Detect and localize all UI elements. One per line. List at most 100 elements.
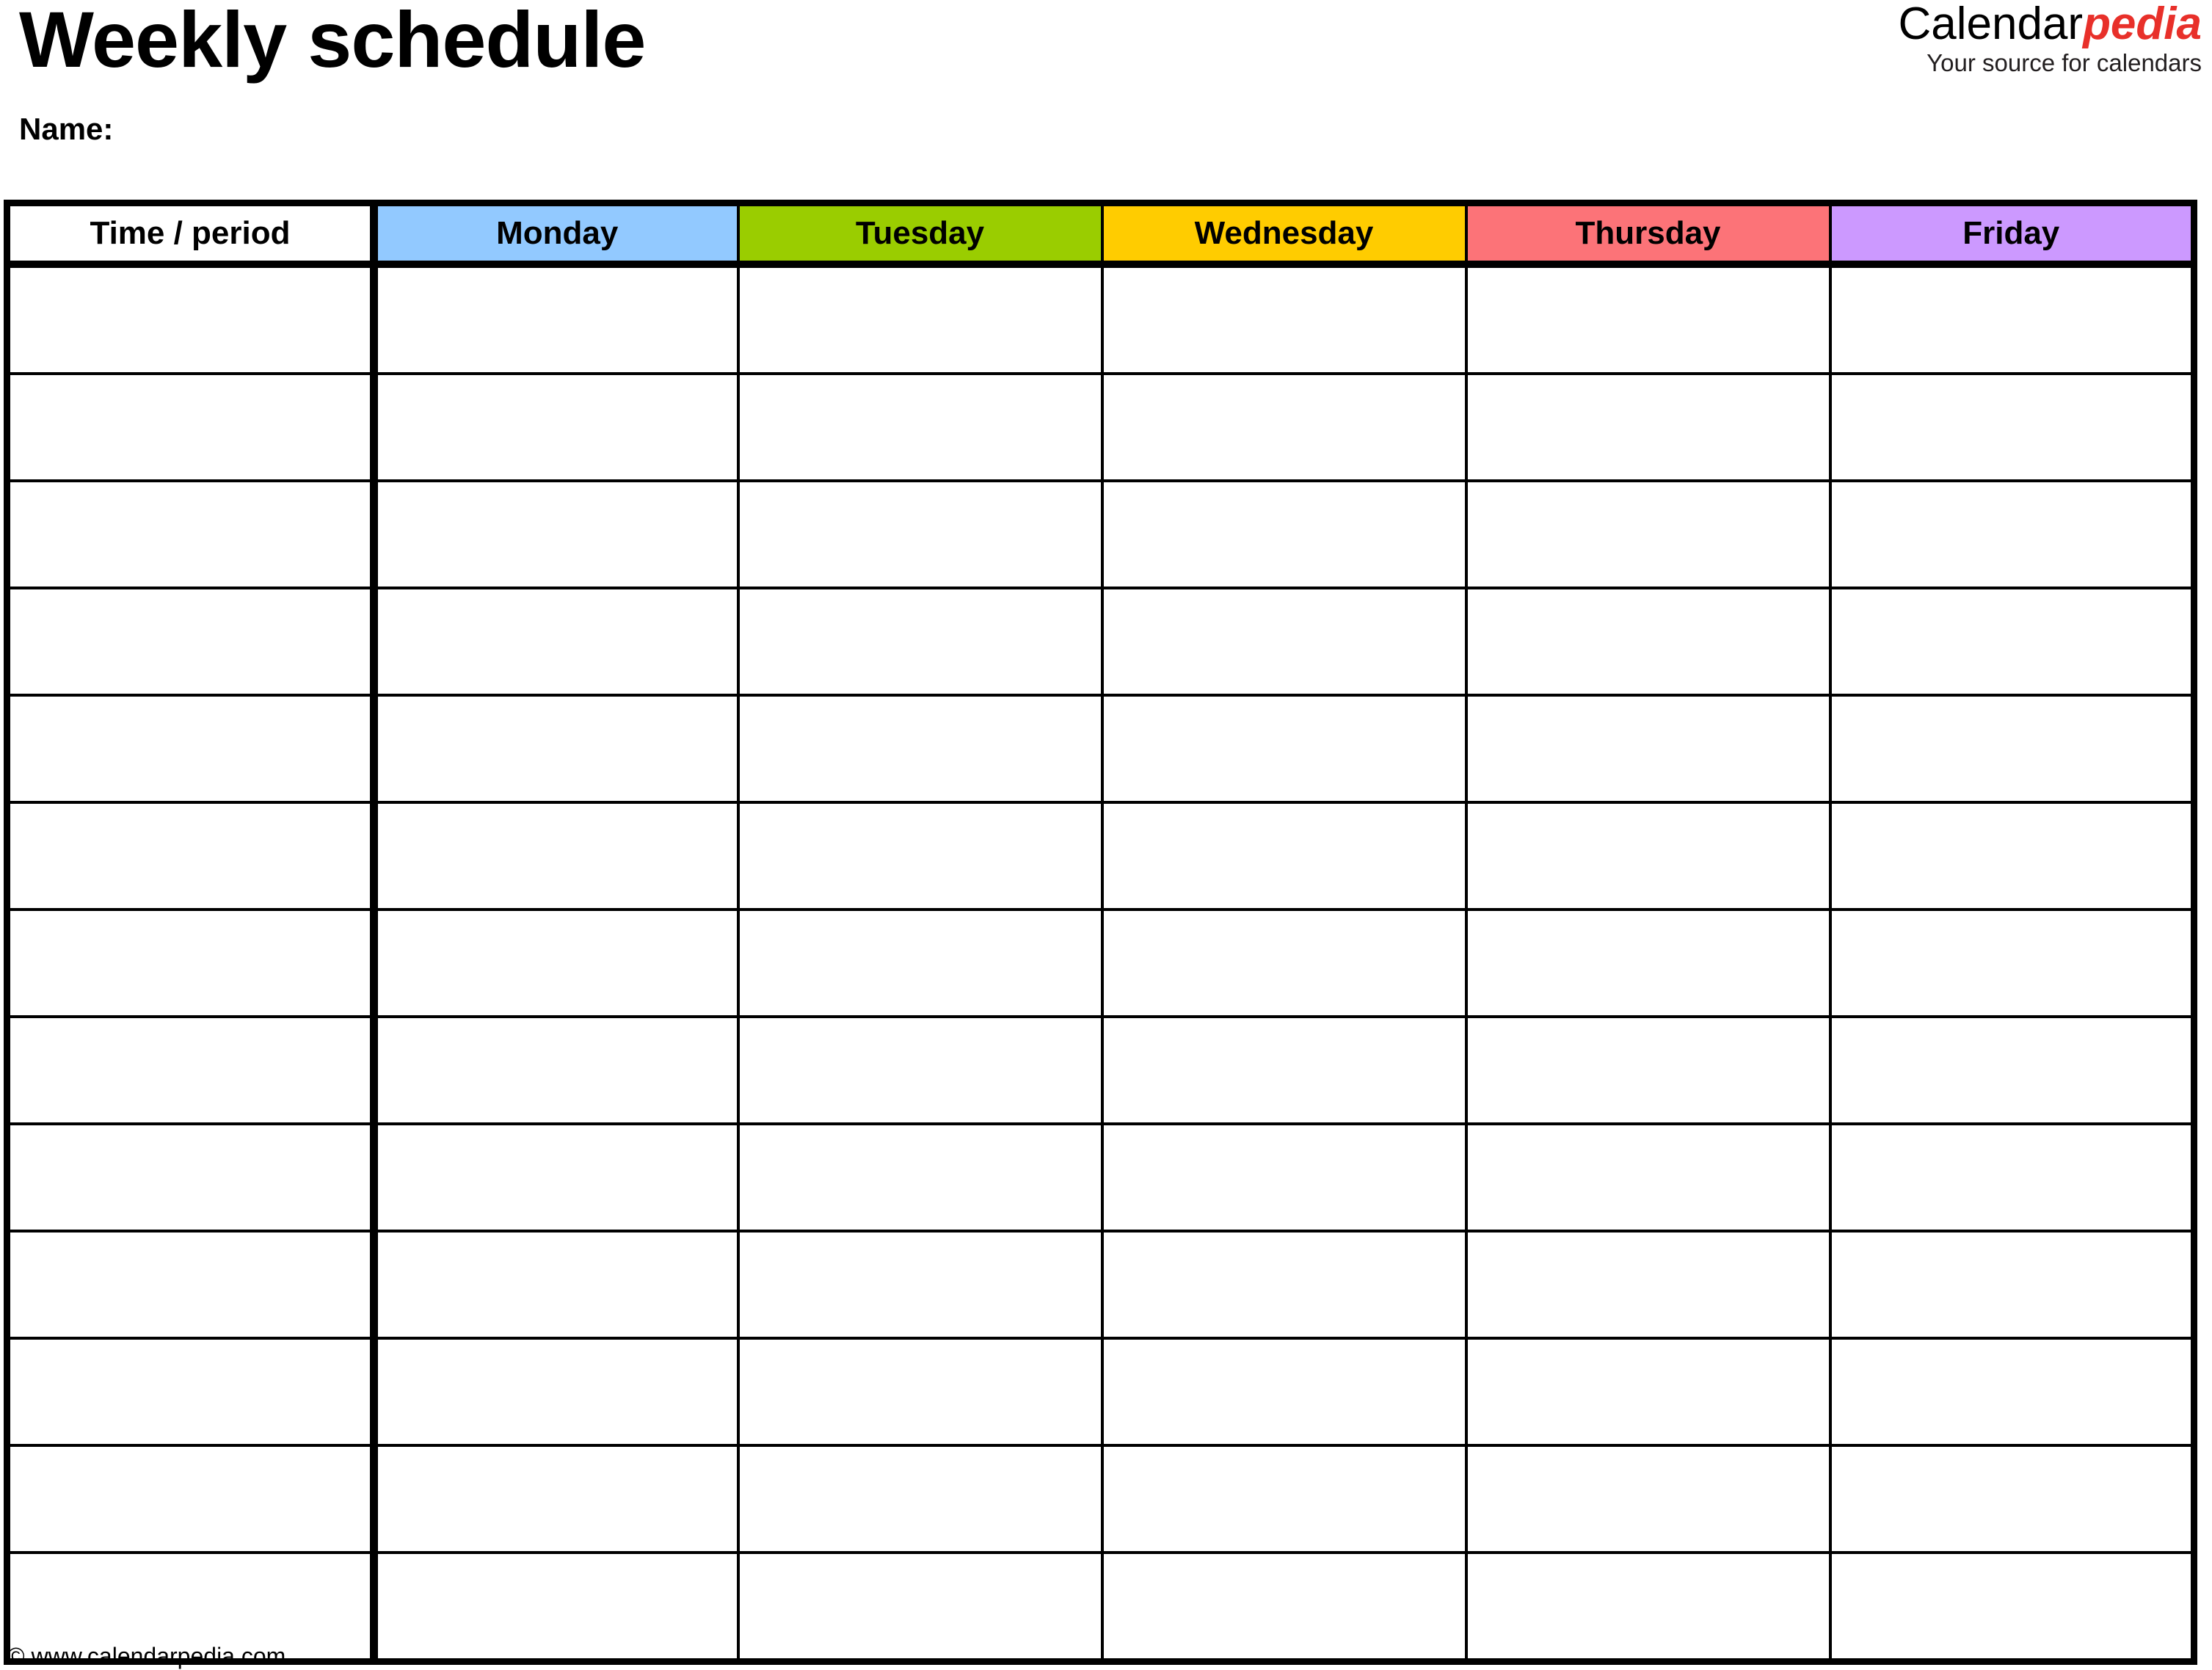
schedule-header-row: Time / period Monday Tuesday Wednesday Thurs…	[5, 203, 2196, 268]
schedule-cell-wednesday[interactable]	[1100, 908, 1468, 1018]
table-row	[5, 908, 2196, 1018]
time-period-cell[interactable]	[5, 479, 378, 589]
column-header-time-period: Time / period	[5, 203, 378, 268]
schedule-cell-thursday[interactable]	[1464, 908, 1832, 1018]
schedule-cell-tuesday[interactable]	[736, 1444, 1104, 1554]
schedule-cell-wednesday[interactable]	[1100, 694, 1468, 804]
schedule-cell-wednesday[interactable]	[1100, 372, 1468, 482]
schedule-cell-friday[interactable]	[1828, 1337, 2196, 1447]
schedule-cell-wednesday[interactable]	[1100, 263, 1468, 375]
schedule-cell-friday[interactable]	[1828, 1444, 2196, 1554]
schedule-cell-thursday[interactable]	[1464, 587, 1832, 697]
schedule-cell-wednesday[interactable]	[1100, 587, 1468, 697]
schedule-cell-tuesday[interactable]	[736, 908, 1104, 1018]
time-period-cell[interactable]	[5, 801, 378, 911]
column-header-wednesday: Wednesday	[1100, 203, 1468, 268]
schedule-cell-wednesday[interactable]	[1100, 801, 1468, 911]
weekly-schedule-page: Weekly schedule Name: Calendarpedia Your…	[0, 0, 2212, 1670]
schedule-cell-monday[interactable]	[372, 1337, 740, 1447]
footer-copyright: © www.calendarpedia.com	[7, 1643, 286, 1669]
schedule-cell-tuesday[interactable]	[736, 1337, 1104, 1447]
column-header-monday: Monday	[372, 203, 740, 268]
schedule-cell-tuesday[interactable]	[736, 479, 1104, 589]
calendarpedia-logo: Calendarpedia Your source for calendars	[1898, 0, 2202, 75]
time-period-cell[interactable]	[5, 1230, 378, 1340]
schedule-cell-thursday[interactable]	[1464, 801, 1832, 911]
schedule-cell-wednesday[interactable]	[1100, 1230, 1468, 1340]
schedule-cell-friday[interactable]	[1828, 372, 2196, 482]
schedule-cell-tuesday[interactable]	[736, 1551, 1104, 1663]
table-row	[5, 1551, 2196, 1663]
schedule-cell-friday[interactable]	[1828, 1015, 2196, 1125]
time-period-cell[interactable]	[5, 694, 378, 804]
weekly-schedule-table: Time / period Monday Tuesday Wednesday Thurs…	[4, 200, 2197, 1665]
table-row	[5, 1230, 2196, 1340]
schedule-cell-tuesday[interactable]	[736, 1230, 1104, 1340]
schedule-cell-monday[interactable]	[372, 1122, 740, 1232]
schedule-cell-monday[interactable]	[372, 801, 740, 911]
schedule-cell-wednesday[interactable]	[1100, 1551, 1468, 1663]
schedule-cell-friday[interactable]	[1828, 694, 2196, 804]
schedule-cell-tuesday[interactable]	[736, 801, 1104, 911]
table-row	[5, 694, 2196, 804]
schedule-cell-friday[interactable]	[1828, 587, 2196, 697]
schedule-cell-wednesday[interactable]	[1100, 1015, 1468, 1125]
schedule-cell-tuesday[interactable]	[736, 1015, 1104, 1125]
schedule-cell-friday[interactable]	[1828, 1230, 2196, 1340]
time-period-cell[interactable]	[5, 263, 378, 375]
schedule-cell-thursday[interactable]	[1464, 479, 1832, 589]
schedule-cell-monday[interactable]	[372, 694, 740, 804]
schedule-cell-wednesday[interactable]	[1100, 1337, 1468, 1447]
schedule-cell-thursday[interactable]	[1464, 694, 1832, 804]
schedule-cell-wednesday[interactable]	[1100, 1444, 1468, 1554]
schedule-cell-monday[interactable]	[372, 587, 740, 697]
schedule-cell-monday[interactable]	[372, 1444, 740, 1554]
schedule-cell-friday[interactable]	[1828, 908, 2196, 1018]
schedule-cell-wednesday[interactable]	[1100, 1122, 1468, 1232]
schedule-cell-friday[interactable]	[1828, 801, 2196, 911]
schedule-cell-friday[interactable]	[1828, 263, 2196, 375]
schedule-cell-thursday[interactable]	[1464, 1122, 1832, 1232]
schedule-cell-monday[interactable]	[372, 263, 740, 375]
schedule-cell-thursday[interactable]	[1464, 1015, 1832, 1125]
schedule-cell-tuesday[interactable]	[736, 1122, 1104, 1232]
time-period-cell[interactable]	[5, 587, 378, 697]
column-header-thursday: Thursday	[1464, 203, 1832, 268]
schedule-cell-monday[interactable]	[372, 479, 740, 589]
table-row	[5, 263, 2196, 375]
schedule-cell-wednesday[interactable]	[1100, 479, 1468, 589]
time-period-cell[interactable]	[5, 1337, 378, 1447]
column-header-friday: Friday	[1828, 203, 2196, 268]
schedule-cell-friday[interactable]	[1828, 1551, 2196, 1663]
schedule-cell-monday[interactable]	[372, 1015, 740, 1125]
schedule-cell-tuesday[interactable]	[736, 372, 1104, 482]
time-period-cell[interactable]	[5, 1444, 378, 1554]
schedule-cell-thursday[interactable]	[1464, 263, 1832, 375]
schedule-cell-thursday[interactable]	[1464, 1551, 1832, 1663]
schedule-cell-thursday[interactable]	[1464, 1444, 1832, 1554]
schedule-cell-monday[interactable]	[372, 1551, 740, 1663]
schedule-table-head: Time / period Monday Tuesday Wednesday Thurs…	[5, 203, 2196, 268]
table-row	[5, 587, 2196, 697]
table-row	[5, 1337, 2196, 1447]
time-period-cell[interactable]	[5, 1015, 378, 1125]
page-title: Weekly schedule	[19, 0, 646, 84]
schedule-cell-thursday[interactable]	[1464, 372, 1832, 482]
time-period-cell[interactable]	[5, 372, 378, 482]
schedule-cell-thursday[interactable]	[1464, 1337, 1832, 1447]
name-label: Name:	[19, 112, 114, 146]
schedule-cell-friday[interactable]	[1828, 479, 2196, 589]
table-row	[5, 1444, 2196, 1554]
schedule-cell-tuesday[interactable]	[736, 694, 1104, 804]
schedule-cell-monday[interactable]	[372, 908, 740, 1018]
time-period-cell[interactable]	[5, 908, 378, 1018]
schedule-cell-friday[interactable]	[1828, 1122, 2196, 1232]
column-header-tuesday: Tuesday	[736, 203, 1104, 268]
schedule-cell-tuesday[interactable]	[736, 263, 1104, 375]
schedule-cell-tuesday[interactable]	[736, 587, 1104, 697]
time-period-cell[interactable]	[5, 1122, 378, 1232]
schedule-cell-monday[interactable]	[372, 372, 740, 482]
schedule-cell-thursday[interactable]	[1464, 1230, 1832, 1340]
schedule-cell-monday[interactable]	[372, 1230, 740, 1340]
schedule-table-body	[5, 263, 2196, 1663]
